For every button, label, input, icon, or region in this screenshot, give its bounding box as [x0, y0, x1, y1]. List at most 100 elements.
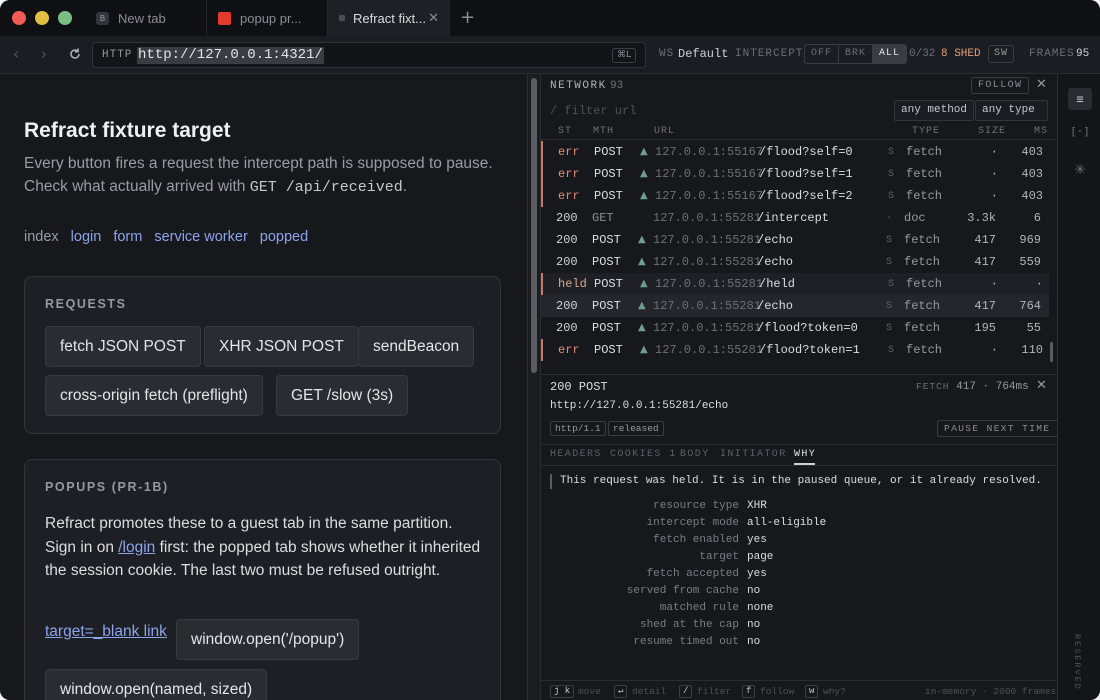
tab-initiator[interactable]: INITIATOR [720, 449, 787, 460]
row-type: fetch [906, 167, 943, 181]
url-input[interactable]: http://127.0.0.1:4321/ [137, 47, 324, 64]
tab-new-tab[interactable]: B New tab [86, 0, 207, 36]
network-row[interactable]: 200 POST ▲ 127.0.0.1:55281/echo Sfetch 417 764 [541, 295, 1049, 317]
col-url[interactable]: URL [654, 126, 675, 137]
upload-icon: ▲ [640, 146, 648, 157]
row-host: 127.0.0.1:55281 [655, 343, 764, 357]
window-open-named-button[interactable]: window.open(named, sized) [45, 669, 268, 700]
intercept-brk[interactable]: BRK [839, 45, 874, 63]
fetch-json-post-button[interactable]: fetch JSON POST [45, 326, 201, 367]
asterisk-icon[interactable]: ✳ [1068, 158, 1092, 180]
row-source-flag: S [888, 169, 895, 180]
intercept-all[interactable]: ALL [873, 45, 907, 63]
row-source-flag: S [886, 257, 893, 268]
network-row[interactable]: err POST ▲ 127.0.0.1:55281/flood?token=1 Sfe… [541, 339, 1049, 361]
ws-value[interactable]: Default [678, 47, 728, 61]
xhr-json-post-button[interactable]: XHR JSON POST [204, 326, 359, 367]
network-scrollbar-thumb[interactable] [1050, 342, 1053, 362]
minimize-window-button[interactable] [35, 11, 49, 25]
requests-heading: REQUESTS [45, 297, 127, 311]
address-bar[interactable]: HTTP http://127.0.0.1:4321/ ⌘L [92, 42, 646, 68]
tab-cookies[interactable]: COOKIES 1 [610, 449, 677, 460]
login-link[interactable]: /login [118, 539, 155, 556]
window-open-popup-button[interactable]: window.open('/popup') [176, 619, 360, 660]
forward-icon[interactable]: › [41, 45, 47, 63]
row-source-flag: S [888, 191, 895, 202]
intercept-off[interactable]: OFF [805, 45, 840, 63]
row-status: err [558, 343, 580, 357]
tab-popup[interactable]: popup pr... [207, 0, 328, 36]
row-type: fetch [904, 299, 941, 313]
col-ms[interactable]: MS [1034, 126, 1048, 137]
close-panel-icon[interactable]: ✕ [1036, 77, 1047, 92]
network-row[interactable]: 200 POST ▲ 127.0.0.1:55281/flood?token=0 Sfe… [541, 317, 1049, 339]
reserved-label: RESERVED [1072, 634, 1082, 691]
col-size[interactable]: SIZE [978, 126, 1006, 137]
network-row[interactable]: err POST ▲ 127.0.0.1:55167/flood?self=0 Sfet… [541, 141, 1049, 163]
type-filter-select[interactable]: any type [975, 100, 1048, 121]
row-status: 200 [556, 255, 578, 269]
row-source-flag: S [888, 345, 895, 356]
network-row[interactable]: 200 POST ▲ 127.0.0.1:55281/echo Sfetch 417 969 [541, 229, 1049, 251]
tab-headers[interactable]: HEADERS [550, 449, 602, 460]
network-row[interactable]: held POST ▲ 127.0.0.1:55281/held Sfetch · · [541, 273, 1049, 295]
lede-code: GET /api/received [249, 179, 403, 196]
close-window-button[interactable] [12, 11, 26, 25]
tab-label: New tab [118, 10, 166, 26]
network-statusbar: j k move ↵ detail / filter f follow w wh… [541, 680, 1058, 700]
why-key: resume timed out [633, 636, 739, 648]
sw-button[interactable]: SW [988, 45, 1015, 63]
get-slow-button[interactable]: GET /slow (3s) [276, 375, 409, 416]
method-filter-select[interactable]: any method [894, 100, 975, 121]
toolbar: ‹ › HTTP http://127.0.0.1:4321/ ⌘L WS De… [0, 36, 1100, 74]
why-key: shed at the cap [639, 619, 739, 631]
intercept-mode-toggle[interactable]: OFF BRK ALL [804, 44, 908, 64]
why-row: fetch accepted yes [541, 568, 1058, 585]
network-row[interactable]: err POST ▲ 127.0.0.1:55167/flood?self=1 Sfet… [541, 163, 1049, 185]
nav-index: index [24, 229, 59, 245]
brackets-icon[interactable]: [·] [1068, 121, 1092, 143]
why-value: page [747, 551, 774, 563]
row-path: /flood?self=0 [759, 145, 853, 159]
pause-next-time-button[interactable]: PAUSE NEXT TIME [937, 420, 1058, 437]
network-row[interactable]: 200 POST ▲ 127.0.0.1:55281/echo Sfetch 417 559 [541, 251, 1049, 273]
row-host: 127.0.0.1:55167 [655, 145, 764, 159]
active-tab-indicator [794, 463, 815, 465]
why-key: served from cache [626, 585, 739, 597]
url-shortcut-hint: ⌘L [611, 48, 636, 63]
detail-type-label: FETCH [916, 381, 950, 392]
reload-icon[interactable] [68, 47, 82, 61]
why-row: resume timed out no [541, 636, 1058, 653]
row-method: POST [594, 145, 623, 159]
target-blank-link[interactable]: target=_blank link [45, 623, 167, 641]
nav-login-link[interactable]: login [71, 229, 102, 245]
tab-refract-fixture[interactable]: Refract fixt... ✕ [328, 0, 450, 36]
col-st[interactable]: ST [558, 126, 572, 137]
page-scrollbar[interactable] [527, 74, 540, 700]
upload-icon: ▲ [640, 190, 648, 201]
nav-service-worker-link[interactable]: service worker [154, 229, 247, 245]
col-type[interactable]: TYPE [912, 126, 940, 137]
close-tab-icon[interactable]: ✕ [428, 10, 439, 26]
cross-origin-fetch-button[interactable]: cross-origin fetch (preflight) [45, 375, 263, 416]
filter-url-input[interactable]: / filter url [550, 104, 636, 118]
tab-why[interactable]: WHY [794, 449, 816, 460]
row-type: fetch [906, 189, 943, 203]
col-mth[interactable]: MTH [593, 126, 614, 137]
nav-form-link[interactable]: form [113, 229, 142, 245]
back-icon[interactable]: ‹ [13, 45, 19, 63]
maximize-window-button[interactable] [58, 11, 72, 25]
send-beacon-button[interactable]: sendBeacon [358, 326, 475, 367]
network-icon[interactable]: ≡ [1068, 88, 1092, 110]
row-method: GET [592, 211, 614, 225]
row-path: /flood?token=0 [757, 321, 858, 335]
page-scrollbar-thumb[interactable] [531, 78, 537, 373]
new-tab-icon[interactable]: + [460, 7, 475, 28]
network-row[interactable]: err POST ▲ 127.0.0.1:55167/flood?self=2 Sfet… [541, 185, 1049, 207]
row-source-flag: S [888, 147, 895, 158]
tab-body[interactable]: BODY [680, 449, 710, 460]
nav-popped-link[interactable]: popped [260, 229, 308, 245]
close-detail-icon[interactable]: ✕ [1036, 378, 1047, 393]
follow-button[interactable]: FOLLOW [971, 77, 1030, 94]
network-row[interactable]: 200 GET 127.0.0.1:55281/intercept · doc 3.3k 6 [541, 207, 1049, 229]
